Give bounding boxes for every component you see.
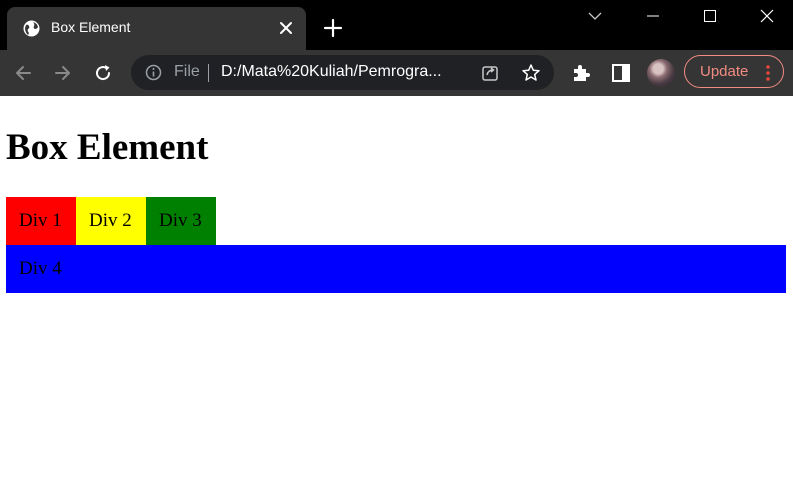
- update-button-label: Update: [700, 63, 749, 80]
- share-icon[interactable]: [480, 63, 500, 83]
- url-text[interactable]: D:/Mata%20Kuliah/Pemrogra...: [221, 63, 461, 81]
- maximize-button[interactable]: [688, 0, 732, 32]
- reload-button[interactable]: [89, 59, 117, 87]
- close-icon[interactable]: [277, 19, 295, 37]
- plus-icon[interactable]: [322, 17, 344, 39]
- div-box-2: Div 2: [76, 197, 146, 245]
- url-separator: [208, 64, 209, 82]
- chevron-down-icon: [588, 12, 602, 20]
- page-viewport: Box Element Div 1 Div 2 Div 3 Div 4: [0, 96, 793, 479]
- window-close-button[interactable]: [745, 0, 789, 32]
- profile-avatar[interactable]: [647, 59, 675, 87]
- forward-arrow-icon: [55, 66, 70, 80]
- window-titlebar: Box Element: [0, 0, 793, 50]
- maximize-icon: [704, 10, 716, 22]
- reload-icon: [96, 65, 111, 81]
- side-panel-icon[interactable]: [610, 62, 632, 84]
- div-box-4: Div 4: [6, 245, 786, 293]
- minimize-button[interactable]: [631, 0, 675, 32]
- tab-search-button[interactable]: [573, 0, 617, 32]
- page-title: Box Element: [6, 127, 209, 168]
- url-scheme-label: File: [174, 63, 200, 80]
- star-icon[interactable]: [521, 63, 541, 83]
- address-bar[interactable]: File D:/Mata%20Kuliah/Pemrogra...: [131, 55, 554, 90]
- back-arrow-icon: [16, 66, 31, 80]
- kebab-menu-icon[interactable]: [765, 64, 771, 82]
- browser-tab[interactable]: Box Element: [7, 7, 306, 50]
- back-button[interactable]: [9, 59, 37, 87]
- puzzle-icon[interactable]: [570, 62, 592, 84]
- forward-button[interactable]: [49, 59, 77, 87]
- div-box-1: Div 1: [6, 197, 76, 245]
- window-close-icon: [760, 9, 774, 23]
- minimize-icon: [647, 15, 659, 17]
- div-box-3: Div 3: [146, 197, 216, 245]
- info-icon[interactable]: [145, 64, 162, 81]
- tab-title: Box Element: [51, 19, 131, 35]
- globe-icon: [23, 20, 40, 37]
- update-button[interactable]: Update: [684, 55, 784, 88]
- browser-toolbar: File D:/Mata%20Kuliah/Pemrogra... Update: [0, 50, 793, 96]
